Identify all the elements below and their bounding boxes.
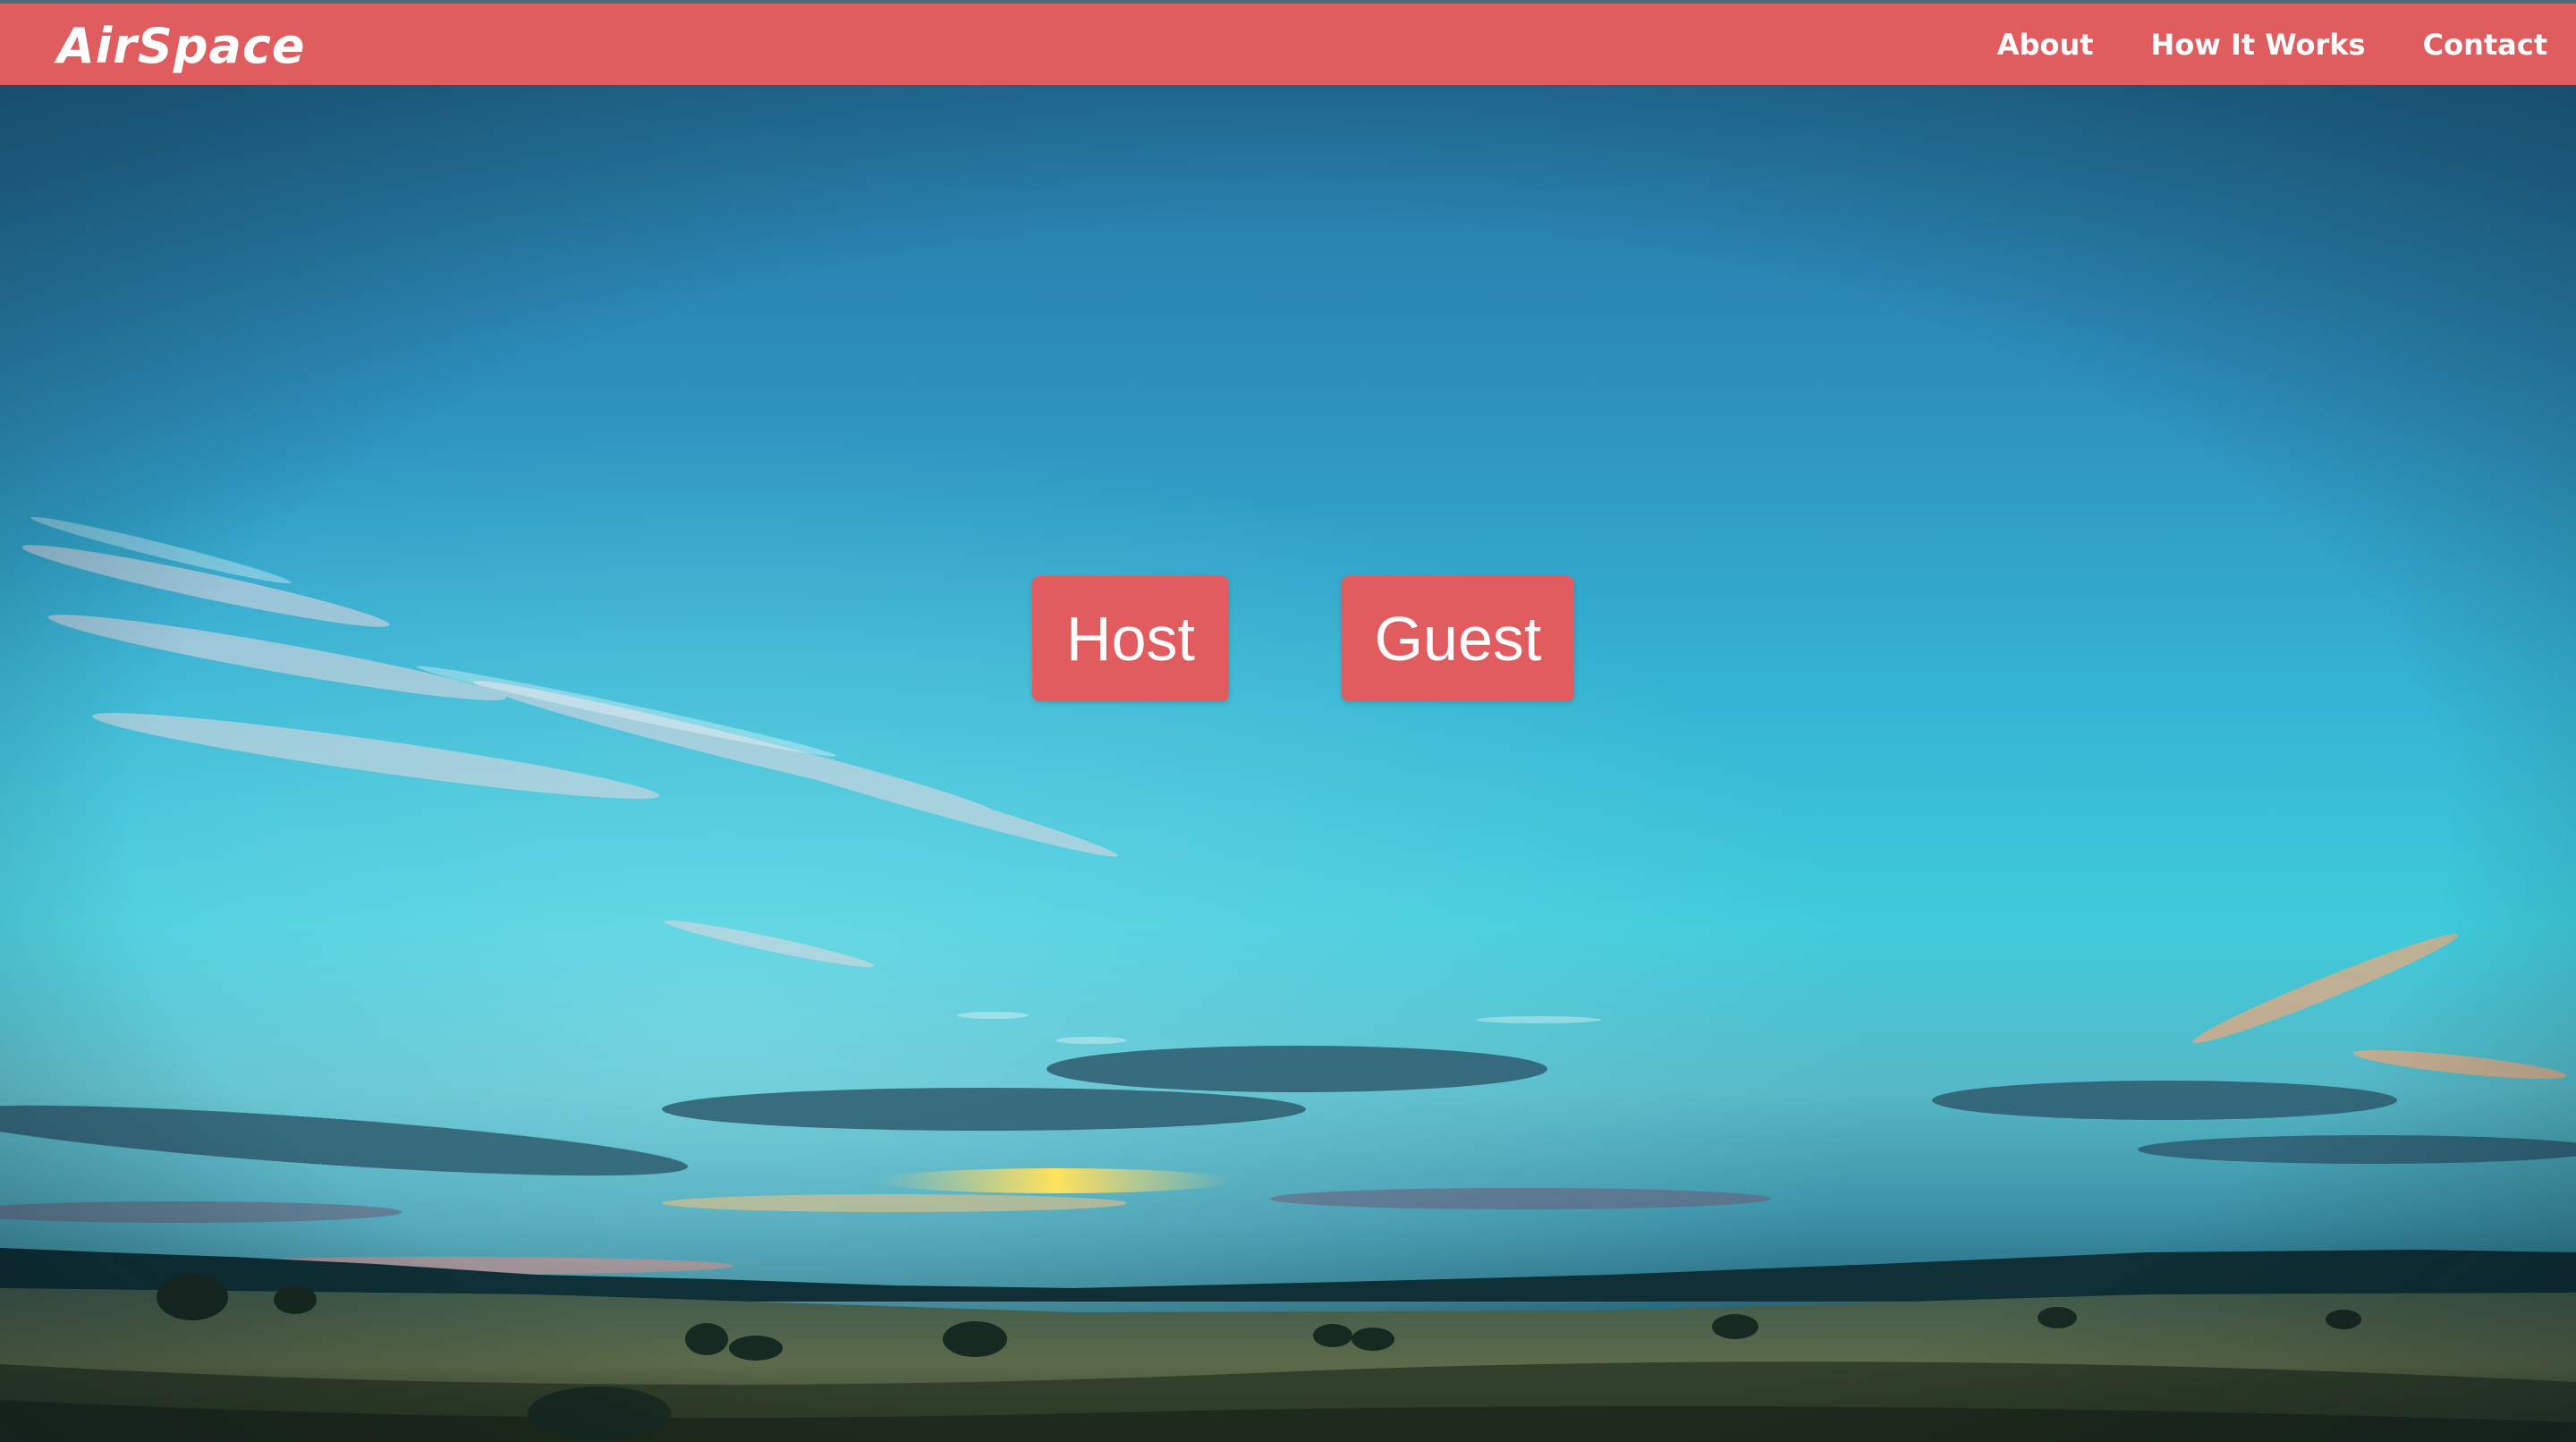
nav-link-contact[interactable]: Contact [2423,28,2547,62]
nav-links: About How It Works Contact [1940,4,2547,85]
host-button[interactable]: Host [1032,576,1229,701]
hero-background-image [0,85,2576,1442]
landing-page: AirSpace About How It Works Contact Host… [0,0,2576,1442]
top-navbar: AirSpace About How It Works Contact [0,0,2576,85]
guest-button[interactable]: Guest [1342,576,1574,701]
hero-section [0,85,2576,1442]
nav-link-how-it-works[interactable]: How It Works [2151,28,2366,62]
nav-link-about[interactable]: About [1997,28,2094,62]
brand-logo[interactable]: AirSpace [57,13,306,81]
